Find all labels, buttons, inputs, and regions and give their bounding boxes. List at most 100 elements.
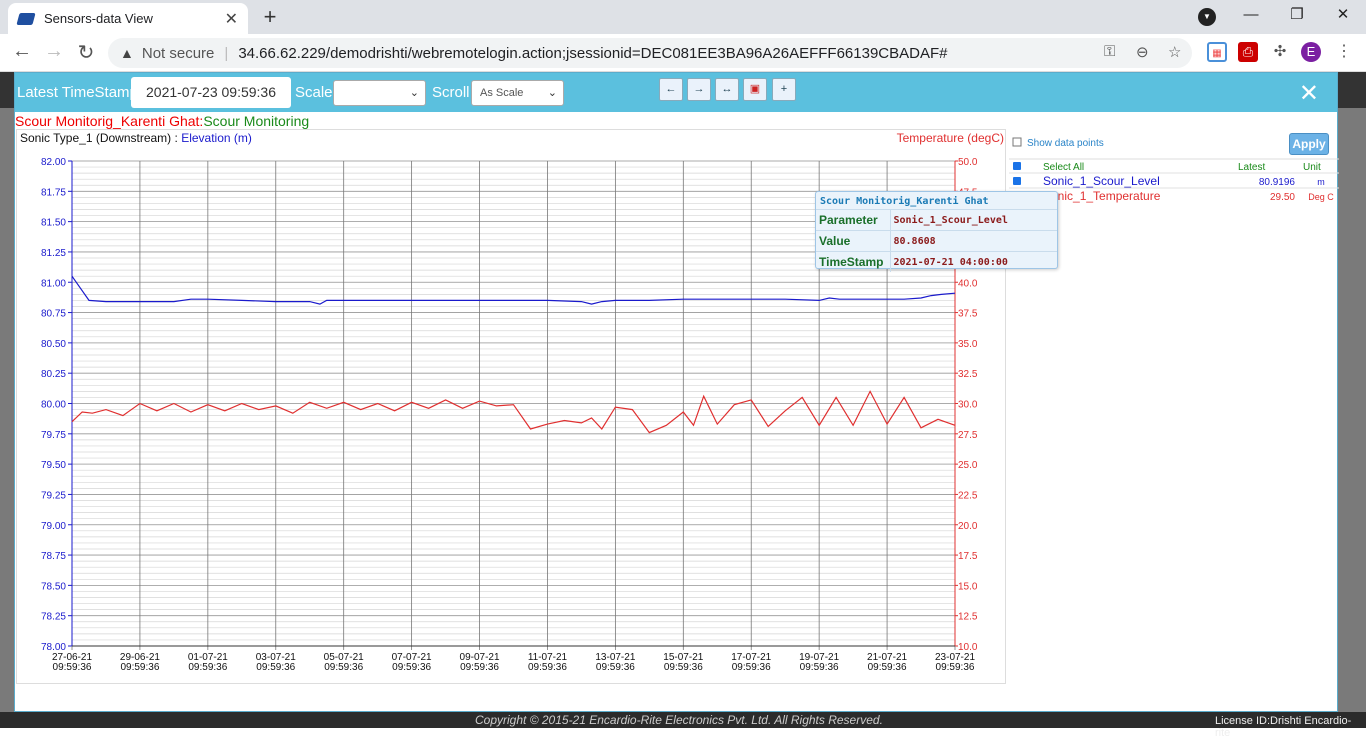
divider: |	[224, 44, 229, 62]
browser-tab[interactable]: Sensors-data View ✕	[8, 3, 248, 34]
close-icon[interactable]: ✕	[1299, 79, 1319, 108]
y-right-tick-label: 22.5	[958, 490, 978, 501]
sensors-data-dialog: Latest TimeStamp 2021-07-23 09:59:36 Sca…	[14, 72, 1339, 712]
y-left-tick-label: 81.00	[41, 278, 66, 289]
latest-timestamp-field[interactable]: 2021-07-23 09:59:36	[131, 77, 291, 108]
browser-tabstrip: Sensors-data View ✕ + ▼ — ❐ ✕	[0, 0, 1366, 34]
extension-icon[interactable]: ▦	[1207, 42, 1227, 62]
chart-left-parameter: Elevation (m)	[181, 131, 252, 145]
scroll-value: As Scale	[480, 87, 524, 99]
site-favicon	[16, 12, 36, 25]
forward-icon[interactable]: →	[40, 40, 68, 63]
chart-right-header: Temperature (degC)	[897, 131, 1004, 145]
section-name: Scour Monitoring	[203, 113, 310, 129]
address-bar[interactable]: ▲ Not secure | 34.66.62.229/demodrishti/…	[108, 38, 1192, 68]
apply-button[interactable]: Apply	[1289, 133, 1329, 155]
license-text: License ID:Drishti Encardio-rite	[1215, 715, 1352, 739]
scale-select[interactable]: ⌄	[333, 80, 426, 106]
parameter-latest: 80.9196	[1259, 177, 1296, 188]
scroll-label: Scroll	[432, 84, 470, 101]
y-right-tick-label: 32.5	[958, 369, 978, 380]
scroll-left-button[interactable]: ←	[659, 78, 683, 101]
data-tooltip: Scour Monitorig_Karenti Ghat Parameter So…	[815, 191, 1058, 272]
x-tick-label-time: 09:59:36	[596, 662, 635, 673]
select-all-checkbox	[1013, 162, 1021, 170]
x-tick-label-time: 09:59:36	[392, 662, 431, 673]
chart-left-title: Sonic Type_1 (Downstream) :	[20, 131, 181, 145]
tooltip-value-label: Value	[816, 230, 890, 252]
window-controls: — ❐ ✕	[1228, 0, 1366, 32]
y-right-tick-label: 30.0	[958, 400, 978, 411]
pdf-extension-icon[interactable]: ⎙	[1238, 42, 1258, 62]
tooltip-parameter-label: Parameter	[816, 209, 890, 231]
y-right-tick-label: 25.0	[958, 460, 978, 471]
y-left-tick-label: 80.00	[41, 400, 66, 411]
unit-column-header: Unit	[1303, 162, 1321, 173]
y-left-tick-label: 82.00	[41, 157, 66, 168]
x-tick-label-time: 09:59:36	[53, 662, 92, 673]
parameter-unit: m	[1317, 177, 1325, 187]
y-left-tick-label: 79.25	[41, 490, 66, 501]
url-text: 34.66.62.229/demodrishti/webremotelogin.…	[238, 44, 948, 62]
x-tick-label-time: 09:59:36	[868, 662, 907, 673]
y-right-tick-label: 20.0	[958, 521, 978, 532]
y-left-tick-label: 80.75	[41, 309, 66, 320]
zoom-icon[interactable]: ⊖	[1136, 43, 1149, 61]
back-icon[interactable]: ←	[8, 40, 36, 63]
calendar-icon[interactable]: ▣	[743, 78, 767, 101]
x-tick-label-time: 09:59:36	[188, 662, 227, 673]
profile-avatar[interactable]: E	[1301, 42, 1321, 62]
parameter-panel: Show data points Select All Latest Unit Soni…	[1009, 129, 1339, 249]
scroll-select[interactable]: As Scale ⌄	[471, 80, 564, 106]
scale-label: Scale	[295, 84, 333, 101]
tab-close-icon[interactable]: ✕	[225, 9, 238, 29]
y-right-tick-label: 35.0	[958, 339, 978, 350]
x-tick-label-time: 09:59:36	[460, 662, 499, 673]
tooltip-parameter-value: Sonic_1_Scour_Level	[889, 209, 1057, 231]
y-left-tick-label: 79.50	[41, 460, 66, 471]
browser-menu-icon[interactable]: ⋮	[1334, 42, 1354, 62]
y-left-tick-label: 81.25	[41, 248, 66, 259]
browser-toolbar: ← → ↻ ▲ Not secure | 34.66.62.229/demodr…	[0, 34, 1366, 72]
x-tick-label-time: 09:59:36	[324, 662, 363, 673]
parameter-name: Sonic_1_Temperature	[1043, 189, 1161, 203]
scroll-right-button[interactable]: →	[687, 78, 711, 101]
chart-title: Scour Monitorig_Karenti Ghat:Scour Monit…	[15, 113, 309, 129]
restore-button[interactable]: ❐	[1274, 0, 1320, 32]
dialog-toolbar: Latest TimeStamp 2021-07-23 09:59:36 Sca…	[15, 73, 1337, 112]
y-left-tick-label: 78.25	[41, 612, 66, 623]
x-tick-label-time: 09:59:36	[256, 662, 295, 673]
bookmark-star-icon[interactable]: ☆	[1168, 43, 1181, 61]
y-left-tick-label: 80.25	[41, 369, 66, 380]
new-tab-button[interactable]: +	[258, 6, 282, 30]
latest-column-header: Latest	[1238, 162, 1265, 173]
warning-icon: ▲	[120, 45, 134, 61]
y-right-tick-label: 17.5	[958, 551, 978, 562]
x-tick-label-time: 09:59:36	[528, 662, 567, 673]
expand-range-button[interactable]: ↔	[715, 78, 739, 101]
select-all-label: Select All	[1043, 162, 1084, 173]
reload-icon[interactable]: ↻	[72, 40, 100, 65]
add-button[interactable]: +	[772, 78, 796, 101]
page-footer: Copyright © 2015-21 Encardio-Rite Electr…	[0, 712, 1366, 739]
parameter-name: Sonic_1_Scour_Level	[1043, 174, 1160, 188]
station-name: Scour Monitorig_Karenti Ghat:	[15, 113, 204, 129]
tooltip-timestamp-value: 2021-07-21 04:00:00	[889, 251, 1057, 272]
y-left-tick-label: 79.00	[41, 521, 66, 532]
chevron-down-icon: ⌄	[409, 87, 419, 99]
extensions-puzzle-icon[interactable]: ✣	[1270, 42, 1290, 62]
y-right-tick-label: 12.5	[958, 612, 978, 623]
y-left-tick-label: 81.75	[41, 187, 66, 198]
y-right-tick-label: 37.5	[958, 309, 978, 320]
close-window-button[interactable]: ✕	[1320, 0, 1366, 32]
x-tick-label-time: 09:59:36	[120, 662, 159, 673]
show-points-label: Show data points	[1027, 138, 1104, 149]
x-tick-label-time: 09:59:36	[936, 662, 975, 673]
tooltip-value-value: 80.8608	[889, 230, 1057, 252]
y-left-tick-label: 78.75	[41, 551, 66, 562]
key-icon[interactable]: ⚿	[1104, 43, 1115, 60]
tab-search-icon[interactable]: ▼	[1198, 8, 1216, 26]
minimize-button[interactable]: —	[1228, 0, 1274, 32]
parameter-unit: Deg C	[1308, 192, 1334, 202]
row-checkbox	[1013, 177, 1021, 185]
